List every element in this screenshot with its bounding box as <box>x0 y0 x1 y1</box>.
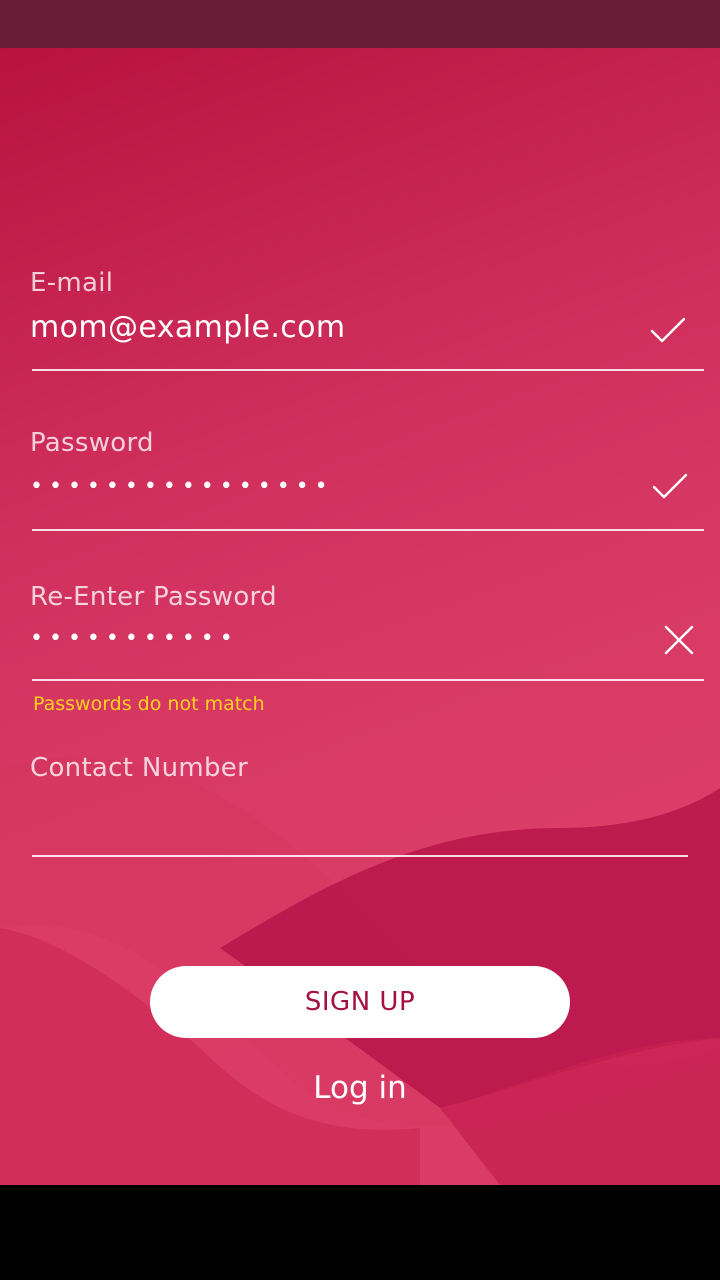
sign-up-button[interactable]: SIGN UP <box>150 966 570 1038</box>
contact-number-underline <box>32 855 688 857</box>
reenter-password-input[interactable]: ••••••••••• <box>30 626 239 651</box>
reenter-password-label: Re-Enter Password <box>30 582 277 612</box>
password-label: Password <box>30 428 154 458</box>
close-icon <box>659 620 699 660</box>
check-icon <box>650 466 690 506</box>
signup-screen: E-mail mom@example.com Password ••••••••… <box>0 48 720 1185</box>
password-input[interactable]: •••••••••••••••• <box>30 474 334 499</box>
email-field[interactable]: E-mail mom@example.com <box>30 268 720 378</box>
password-mismatch-error: Passwords do not match <box>33 693 265 715</box>
status-bar <box>0 0 720 48</box>
password-field[interactable]: Password •••••••••••••••• <box>30 428 720 538</box>
contact-number-label: Contact Number <box>30 753 249 783</box>
email-label: E-mail <box>30 268 114 298</box>
check-icon <box>648 310 688 350</box>
contact-number-field[interactable]: Contact Number <box>30 753 720 863</box>
email-underline <box>32 369 704 371</box>
reenter-password-underline <box>32 679 704 681</box>
navigation-bar <box>0 1185 720 1280</box>
log-in-link[interactable]: Log in <box>0 1070 720 1106</box>
password-underline <box>32 529 704 531</box>
email-input[interactable]: mom@example.com <box>30 310 346 345</box>
reenter-password-field[interactable]: Re-Enter Password ••••••••••• <box>30 582 720 692</box>
